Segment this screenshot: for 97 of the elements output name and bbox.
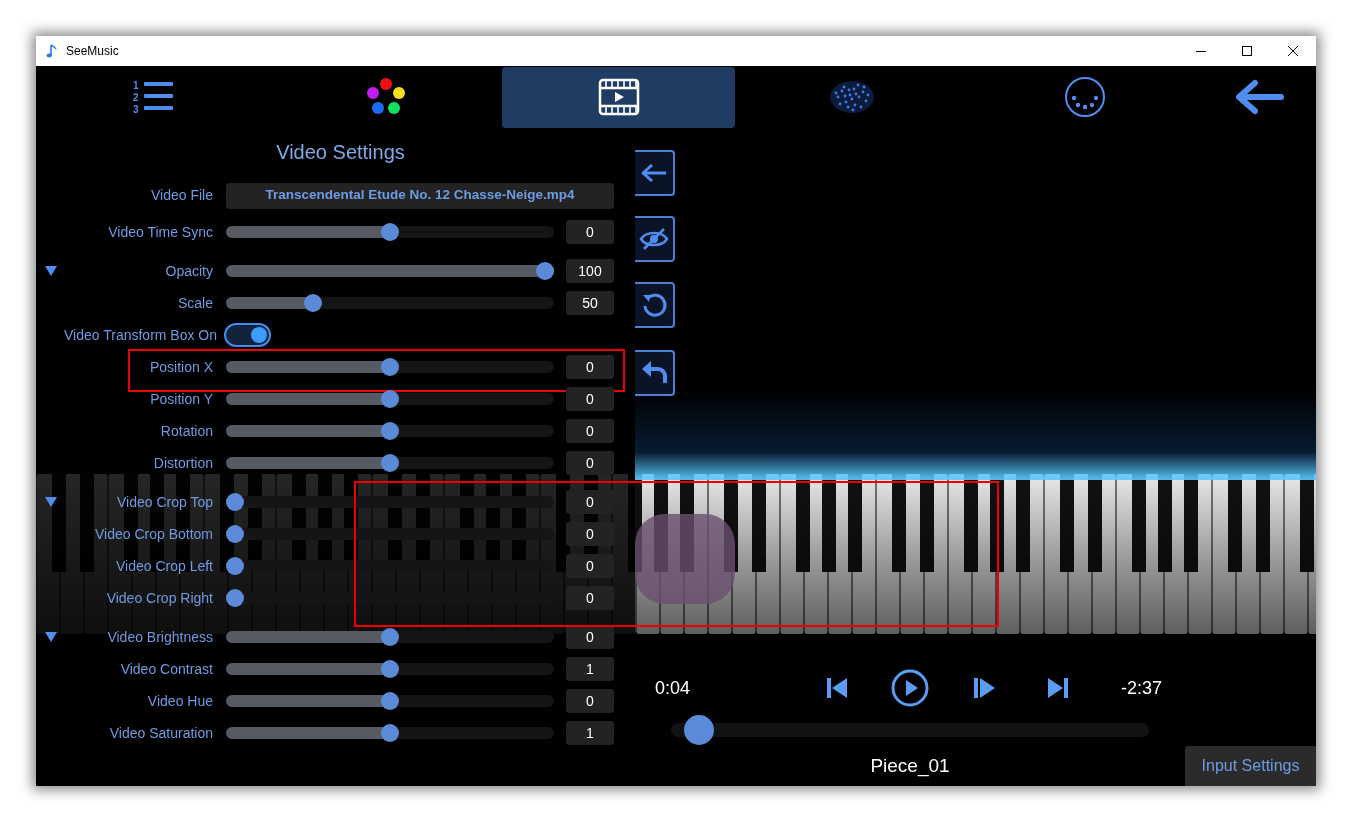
value-field[interactable]: 0: [566, 220, 614, 244]
list-tab[interactable]: 1 2 3: [36, 66, 269, 128]
setting-label: Video Crop Right: [105, 588, 213, 608]
skip-forward-icon: [1046, 676, 1070, 700]
value-field[interactable]: 0: [566, 625, 614, 649]
slider-thumb[interactable]: [226, 557, 244, 575]
setting-label: Video Time Sync: [107, 222, 213, 242]
slider-thumb[interactable]: [381, 223, 399, 241]
music-note-icon: [46, 43, 58, 59]
expand-icon[interactable]: [45, 632, 57, 642]
slider-thumb[interactable]: [381, 422, 399, 440]
setting-label: Video Contrast: [119, 659, 213, 679]
circle-dots-icon: [1063, 76, 1106, 118]
setting-label: Video Hue: [146, 691, 213, 711]
eye-slash-icon: [639, 227, 669, 251]
slider[interactable]: [226, 421, 554, 441]
slider[interactable]: [226, 261, 554, 281]
setting-label: Opacity: [164, 261, 213, 281]
slider-thumb[interactable]: [381, 454, 399, 472]
setting-label: Video Saturation: [108, 723, 213, 743]
setting-label: Position Y: [149, 389, 213, 409]
value-field[interactable]: 0: [566, 387, 614, 411]
step-forward-icon: [972, 676, 996, 700]
setting-label: Scale: [176, 293, 213, 313]
setting-label: Position X: [148, 357, 213, 377]
slider[interactable]: [226, 389, 554, 409]
toggle-switch[interactable]: [224, 323, 271, 347]
value-field[interactable]: 0: [566, 490, 614, 514]
slider-thumb[interactable]: [226, 589, 244, 607]
setting-label: Video Crop Left: [114, 556, 213, 576]
expand-icon[interactable]: [45, 497, 57, 507]
video-tab[interactable]: [502, 66, 735, 128]
slider[interactable]: [226, 556, 554, 576]
setting-label: Video File: [150, 186, 213, 205]
file-field[interactable]: Transcendental Etude No. 12 Chasse-Neige.mp4: [226, 182, 614, 209]
close-icon: [1288, 46, 1298, 56]
setting-label: Video Crop Top: [116, 492, 213, 512]
slider[interactable]: [226, 357, 554, 377]
left-arrow-icon: [640, 162, 668, 184]
skip-back-icon: [825, 676, 849, 700]
value-field[interactable]: 0: [566, 522, 614, 546]
next-button[interactable]: [1046, 676, 1070, 700]
previous-button[interactable]: [825, 676, 849, 700]
value-field[interactable]: 0: [566, 451, 614, 475]
slider-thumb[interactable]: [381, 390, 399, 408]
slider[interactable]: [226, 222, 554, 242]
film-icon: [597, 78, 640, 116]
hide-button[interactable]: [635, 216, 675, 262]
value-field[interactable]: 0: [566, 419, 614, 443]
value-field[interactable]: 0: [566, 554, 614, 578]
setting-label: Rotation: [159, 421, 213, 441]
reset-button[interactable]: [635, 282, 675, 328]
slider[interactable]: [226, 723, 554, 743]
slider[interactable]: [226, 524, 554, 544]
slider[interactable]: [226, 691, 554, 711]
slider-thumb[interactable]: [381, 724, 399, 742]
progress-slider[interactable]: [671, 715, 1149, 745]
maximize-icon: [1242, 46, 1252, 56]
slider[interactable]: [226, 453, 554, 473]
setting-label: Video Brightness: [106, 627, 213, 647]
undo-button[interactable]: [635, 350, 675, 396]
value-field[interactable]: 1: [566, 721, 614, 745]
slider-thumb[interactable]: [303, 294, 322, 312]
value-field[interactable]: 50: [566, 291, 614, 315]
back-button[interactable]: [635, 150, 675, 196]
slider-thumb[interactable]: [536, 262, 554, 280]
slider[interactable]: [226, 293, 554, 313]
remaining-time: -2:37: [1121, 676, 1163, 700]
slider[interactable]: [226, 588, 554, 608]
panel-title: Video Settings: [275, 139, 406, 165]
setting-label: Video Crop Bottom: [93, 524, 213, 544]
slider-thumb[interactable]: [226, 493, 244, 511]
expand-icon[interactable]: [45, 266, 57, 276]
slider-thumb[interactable]: [381, 358, 399, 376]
elapsed-time: 0:04: [655, 676, 692, 700]
window-title: SeeMusic: [66, 43, 119, 60]
value-field[interactable]: 0: [566, 586, 614, 610]
slider-thumb[interactable]: [381, 628, 399, 646]
piece-title: Piece_01: [869, 753, 951, 779]
value-field[interactable]: 0: [566, 689, 614, 713]
play-button[interactable]: [891, 669, 929, 707]
value-field[interactable]: 1: [566, 657, 614, 681]
slider[interactable]: [226, 659, 554, 679]
progress-thumb[interactable]: [684, 715, 715, 745]
play-icon: [891, 669, 929, 707]
setting-label: Distortion: [152, 453, 213, 473]
slider-thumb[interactable]: [381, 692, 399, 710]
slider-thumb[interactable]: [226, 525, 244, 543]
rotate-icon: [640, 291, 668, 319]
step-forward-button[interactable]: [972, 676, 996, 700]
value-field[interactable]: 100: [566, 259, 614, 283]
value-field[interactable]: 0: [566, 355, 614, 379]
color-dots-icon: [364, 77, 407, 117]
input-settings-button[interactable]: Input Settings: [1185, 746, 1316, 786]
slider-thumb[interactable]: [381, 660, 399, 678]
slider[interactable]: [226, 492, 554, 512]
slider[interactable]: [226, 627, 554, 647]
